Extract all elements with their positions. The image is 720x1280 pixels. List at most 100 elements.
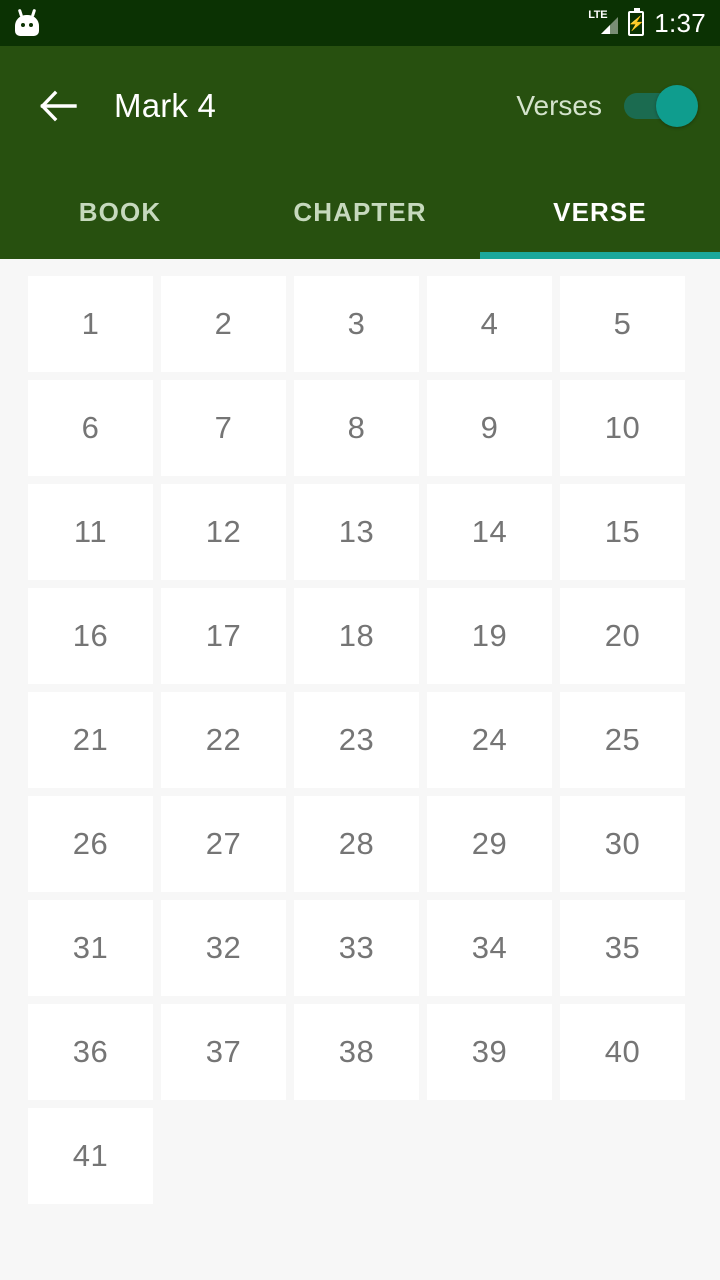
verse-cell[interactable]: 33 (294, 900, 419, 996)
android-eye-left-icon (21, 23, 25, 27)
verse-cell-label: 29 (471, 826, 508, 861)
verse-cell[interactable]: 14 (427, 484, 552, 580)
tab-verse[interactable]: VERSE (480, 165, 720, 259)
verse-cell[interactable]: 5 (560, 276, 685, 372)
verse-cell-label: 2 (214, 306, 233, 341)
verse-cell-label: 30 (604, 826, 641, 861)
android-eye-right-icon (29, 23, 33, 27)
verse-cell[interactable]: 6 (28, 380, 153, 476)
toggle-thumb (656, 84, 698, 127)
verse-cell-label: 36 (72, 1034, 109, 1069)
verse-cell[interactable]: 26 (28, 796, 153, 892)
verse-cell[interactable]: 32 (161, 900, 286, 996)
verse-cell[interactable]: 22 (161, 692, 286, 788)
verse-cell-label: 32 (205, 930, 242, 965)
verse-cell-label: 34 (471, 930, 508, 965)
verse-cell[interactable]: 16 (28, 588, 153, 684)
verse-cell-label: 24 (471, 722, 508, 757)
verse-cell[interactable]: 31 (28, 900, 153, 996)
verse-cell[interactable]: 23 (294, 692, 419, 788)
verse-cell[interactable]: 34 (427, 900, 552, 996)
verse-cell[interactable]: 13 (294, 484, 419, 580)
signal-triangle-fill-icon (601, 25, 611, 34)
battery-charging-icon: ⚡ (627, 7, 645, 36)
verse-cell-label: 41 (72, 1138, 109, 1173)
verse-cell[interactable]: 36 (28, 1004, 153, 1100)
tab-chapter[interactable]: CHAPTER (240, 165, 480, 259)
verse-cell[interactable]: 40 (560, 1004, 685, 1100)
android-head-icon (12, 8, 42, 38)
verse-cell[interactable]: 19 (427, 588, 552, 684)
verse-cell-label: 33 (338, 930, 375, 965)
app-screen: LTE ⚡ 1:37 Mark 4 Verses BOOK CHAPTER VE… (0, 0, 720, 1280)
verse-cell[interactable]: 21 (28, 692, 153, 788)
verse-cell-label: 39 (471, 1034, 508, 1069)
tab-bar: BOOK CHAPTER VERSE (0, 165, 720, 259)
verse-cell-label: 38 (338, 1034, 375, 1069)
back-arrow-icon[interactable] (38, 86, 78, 126)
verse-cell-label: 10 (604, 410, 641, 445)
android-face-icon (15, 15, 39, 36)
verse-cell-label: 3 (347, 306, 366, 341)
tab-book-label: BOOK (78, 196, 162, 227)
verse-cell-label: 20 (604, 618, 641, 653)
verse-cell-label: 26 (72, 826, 109, 861)
verses-toggle-label: Verses (516, 89, 602, 121)
verse-cell-label: 12 (205, 514, 242, 549)
verse-cell[interactable]: 8 (294, 380, 419, 476)
page-title: Mark 4 (114, 86, 217, 124)
verse-cell-label: 31 (72, 930, 109, 965)
verse-cell-label: 40 (604, 1034, 641, 1069)
verse-cell-label: 28 (338, 826, 375, 861)
verse-cell[interactable]: 3 (294, 276, 419, 372)
verse-cell[interactable]: 15 (560, 484, 685, 580)
verse-cell[interactable]: 17 (161, 588, 286, 684)
verse-cell[interactable]: 39 (427, 1004, 552, 1100)
verses-toggle-switch[interactable] (624, 83, 698, 129)
verse-cell[interactable]: 27 (161, 796, 286, 892)
verse-cell[interactable]: 12 (161, 484, 286, 580)
verse-cell[interactable]: 29 (427, 796, 552, 892)
verse-cell[interactable]: 11 (28, 484, 153, 580)
verse-cell-label: 15 (604, 514, 641, 549)
verse-cell[interactable]: 37 (161, 1004, 286, 1100)
verse-cell[interactable]: 2 (161, 276, 286, 372)
verse-cell-label: 19 (471, 618, 508, 653)
verse-cell-label: 23 (338, 722, 375, 757)
verse-cell[interactable]: 20 (560, 588, 685, 684)
verse-cell-label: 13 (338, 514, 375, 549)
verse-cell-label: 7 (214, 410, 233, 445)
verse-cell[interactable]: 30 (560, 796, 685, 892)
status-bar-left (12, 8, 42, 38)
verse-cell-label: 21 (72, 722, 109, 757)
verse-cell[interactable]: 7 (161, 380, 286, 476)
verse-cell[interactable]: 9 (427, 380, 552, 476)
verse-cell[interactable]: 38 (294, 1004, 419, 1100)
verse-cell[interactable]: 18 (294, 588, 419, 684)
verse-cell-label: 16 (72, 618, 109, 653)
status-bar: LTE ⚡ 1:37 (0, 0, 720, 46)
verse-grid-area[interactable]: 1 2 3 4 5 6 7 8 9 10 11 12 13 14 15 16 17 18 19 20 21 22 23 24 2… (0, 259, 720, 1280)
verse-cell[interactable]: 24 (427, 692, 552, 788)
verse-cell[interactable]: 35 (560, 900, 685, 996)
verse-cell-label: 5 (613, 306, 632, 341)
verse-cell-label: 22 (205, 722, 242, 757)
app-bar: Mark 4 Verses (0, 46, 720, 165)
verse-cell-label: 4 (480, 306, 499, 341)
verse-cell-label: 8 (347, 410, 366, 445)
verse-cell-label: 27 (205, 826, 242, 861)
tab-book[interactable]: BOOK (0, 165, 240, 259)
verse-cell[interactable]: 28 (294, 796, 419, 892)
verse-cell[interactable]: 4 (427, 276, 552, 372)
tab-verse-label: VERSE (553, 196, 647, 227)
verse-cell[interactable]: 41 (28, 1108, 153, 1204)
verse-cell[interactable]: 25 (560, 692, 685, 788)
verse-cell-label: 14 (471, 514, 508, 549)
verse-cell[interactable]: 10 (560, 380, 685, 476)
verse-cell-label: 11 (73, 514, 108, 549)
signal-icon: LTE (588, 10, 619, 36)
status-bar-right: LTE ⚡ 1:37 (588, 7, 706, 39)
verse-cell[interactable]: 1 (28, 276, 153, 372)
verse-cell-label: 17 (205, 618, 242, 653)
tab-chapter-label: CHAPTER (293, 196, 427, 227)
